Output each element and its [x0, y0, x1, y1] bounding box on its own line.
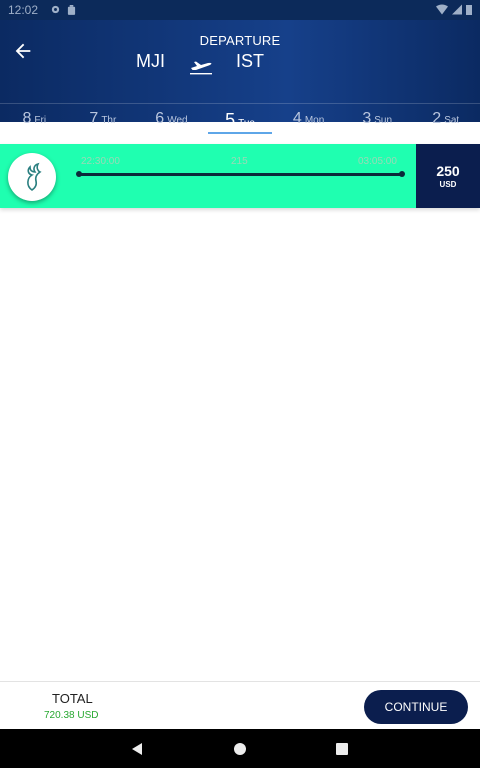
airline-bird-icon — [27, 162, 42, 191]
notification-icon — [67, 5, 76, 15]
date-tab-fri[interactable]: 8 Fri — [0, 104, 69, 142]
total-label: TOTAL — [52, 691, 93, 706]
price-currency: USD — [439, 180, 457, 189]
airline-logo — [8, 153, 56, 201]
flight-timeline — [76, 171, 405, 177]
airplane-icon — [190, 61, 212, 75]
flight-card[interactable]: 22:30:00 215 03:05:00 250 USD — [0, 144, 480, 208]
date-tab-thr[interactable]: 7 Thr — [69, 104, 138, 142]
nav-home-icon[interactable] — [234, 743, 246, 755]
timeline-end-dot — [399, 171, 405, 177]
page-title: DEPARTURE — [199, 33, 281, 48]
wifi-icon — [436, 4, 448, 15]
status-bar: 12:02 — [0, 0, 480, 20]
route: MJI IST — [0, 51, 480, 77]
arrival-time: 03:05:00 — [358, 156, 397, 167]
flight-duration: 215 — [231, 156, 248, 167]
price-amount: 250 — [436, 163, 460, 179]
date-tab-sun[interactable]: 3 Sun — [343, 104, 412, 142]
destination-code: IST — [236, 51, 265, 71]
app-header: DEPARTURE MJI IST 8 Fri 7 Thr 6 Wed 5 Tue 4M… — [0, 20, 480, 134]
origin-code: MJI — [136, 51, 165, 71]
status-time: 12:02 — [8, 3, 39, 17]
date-tab-sat[interactable]: 2 Sat — [411, 104, 480, 142]
date-selector: 8 Fri 7 Thr 6 Wed 5 Tue 4 Mon 3 Sun 2 Sat — [0, 104, 480, 142]
signal-icon — [452, 4, 462, 15]
price-box[interactable]: 250 USD — [416, 144, 480, 208]
continue-button[interactable]: CONTINUE — [364, 690, 468, 724]
timeline-start-dot — [76, 171, 82, 177]
departure-time: 22:30:00 — [81, 156, 120, 167]
date-tab-wed[interactable]: 6 Wed — [137, 104, 206, 142]
settings-icon — [51, 5, 60, 14]
date-tab-mon[interactable]: 4 Mon — [274, 104, 343, 142]
nav-recent-apps-icon[interactable] — [336, 743, 348, 755]
battery-icon — [466, 5, 472, 15]
footer-bar: TOTAL 720.38 USD CONTINUE — [0, 681, 480, 729]
system-nav-bar — [0, 729, 480, 768]
date-tab-tue[interactable]: 5 Tue — [206, 104, 275, 142]
nav-back-icon[interactable] — [132, 743, 142, 755]
total-amount: 720.38 USD — [44, 710, 99, 721]
